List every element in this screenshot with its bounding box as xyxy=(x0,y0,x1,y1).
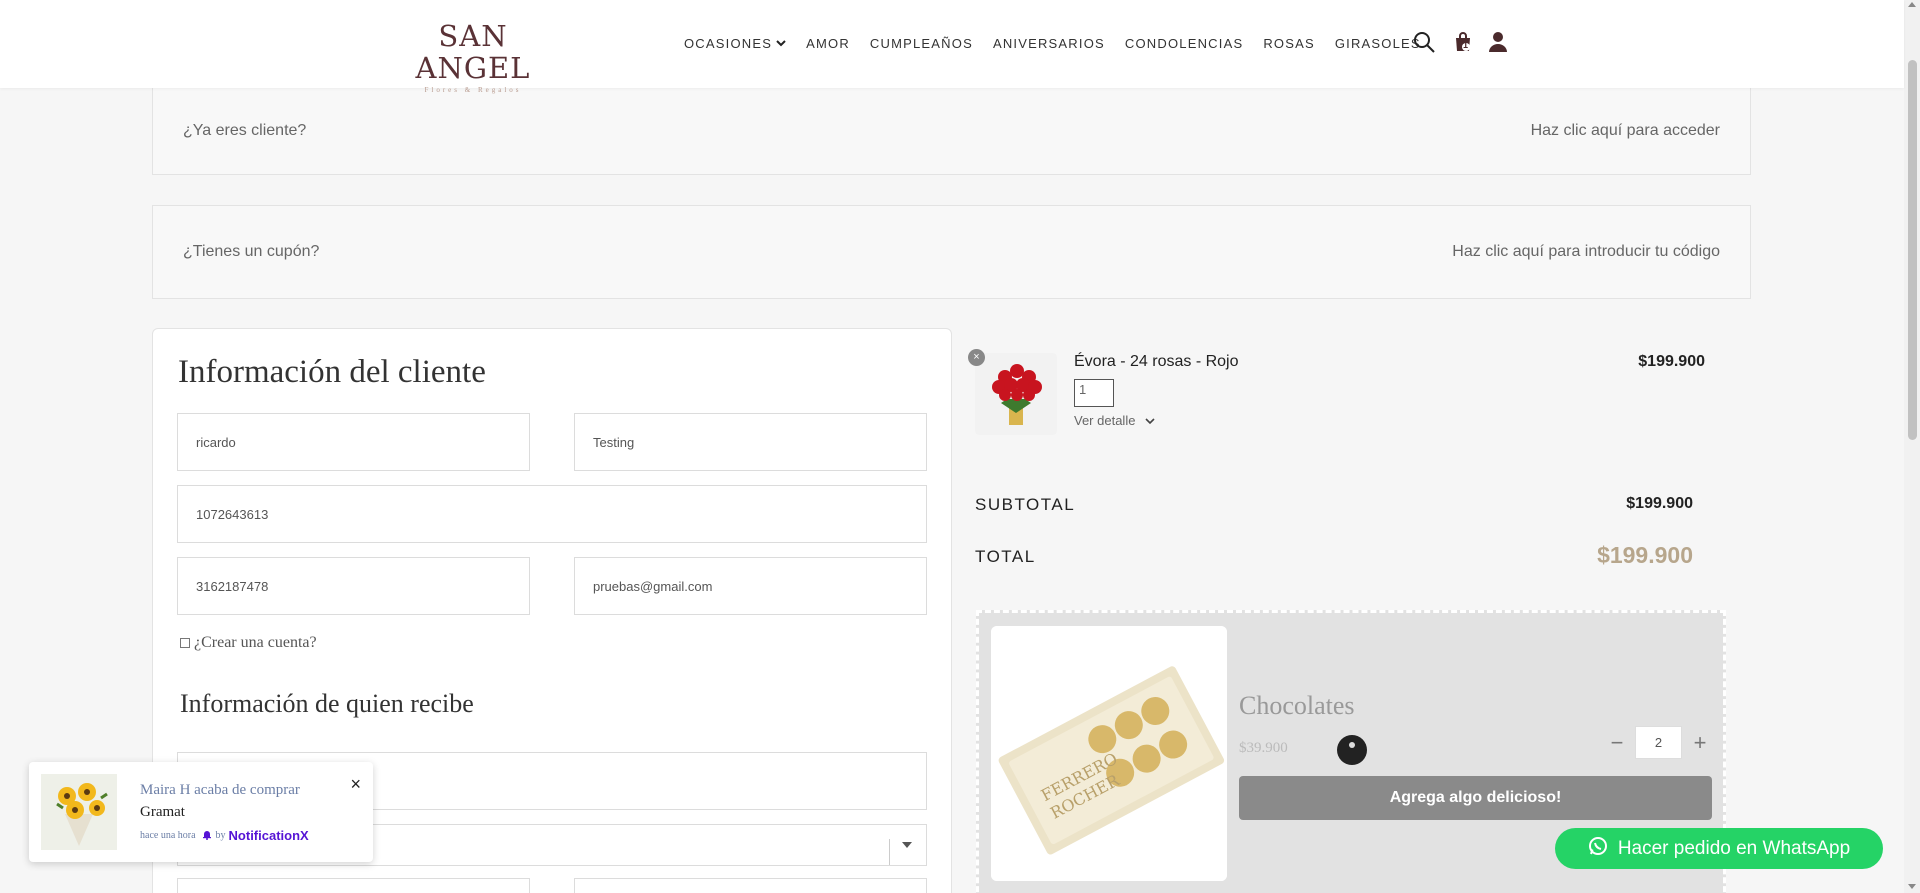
chevron-down-icon xyxy=(776,38,786,50)
upsell-price: $39.900 xyxy=(1239,740,1288,756)
email-field[interactable]: pruebas@gmail.com xyxy=(574,557,927,615)
nav-item-label: ROSAS xyxy=(1263,36,1315,51)
total-label: TOTAL xyxy=(975,547,1036,566)
main-nav: OCASIONES AMOR CUMPLEAÑOS ANIVERSARIOS C… xyxy=(684,36,1441,51)
select-separator xyxy=(889,839,890,865)
upsell-name: Chocolates xyxy=(1239,691,1355,720)
document-field[interactable]: 1072643613 xyxy=(177,485,927,543)
scrollbar-thumb[interactable] xyxy=(1908,60,1917,440)
nav-item-condolencias[interactable]: CONDOLENCIAS xyxy=(1125,36,1243,51)
nav-item-label: CUMPLEAÑOS xyxy=(869,36,973,51)
product-price: $199.900 xyxy=(1638,353,1705,370)
notification-image xyxy=(41,774,117,850)
whatsapp-icon xyxy=(1588,836,1618,862)
cart-icon[interactable]: 1 xyxy=(1451,30,1475,54)
view-detail-label: Ver detalle xyxy=(1074,413,1136,428)
increase-button[interactable]: + xyxy=(1690,730,1710,756)
add-upsell-button[interactable]: Agrega algo delicioso! xyxy=(1239,776,1712,820)
form-title: Información del cliente xyxy=(178,354,486,390)
subtotal-value: $199.900 xyxy=(1626,495,1693,512)
search-icon[interactable] xyxy=(1412,30,1436,54)
recipient-field-right[interactable] xyxy=(574,878,927,893)
scroll-down-icon[interactable] xyxy=(1908,884,1916,889)
nav-item-rosas[interactable]: ROSAS xyxy=(1263,36,1315,51)
product-name[interactable]: Évora - 24 rosas - Rojo xyxy=(1074,353,1239,371)
first-name-field[interactable]: ricardo xyxy=(177,413,530,471)
cart-count: 1 xyxy=(1463,40,1469,50)
notification-time: hace una hora xyxy=(140,830,196,841)
chevron-down-icon xyxy=(1145,413,1155,428)
nav-item-label: CONDOLENCIAS xyxy=(1124,36,1244,51)
whatsapp-button[interactable]: Hacer pedido en WhatsApp xyxy=(1555,828,1883,869)
create-account-checkbox[interactable] xyxy=(180,638,190,648)
nav-item-girasoles[interactable]: GIRASOLES xyxy=(1335,36,1421,51)
notification-product: Gramat xyxy=(140,804,185,820)
decrease-button[interactable]: − xyxy=(1607,730,1627,756)
upsell-image: FERRERO ROCHER xyxy=(991,626,1227,881)
recipient-field-left[interactable] xyxy=(177,878,530,893)
notificationx-brand[interactable]: NotificationX xyxy=(229,828,309,843)
notification-meta: hace una hora by NotificationX xyxy=(140,828,309,843)
login-question: ¿Ya eres cliente? xyxy=(183,121,307,139)
upsell-qty-input[interactable]: 2 xyxy=(1635,726,1682,759)
site-header: SAN ANGEL Flores & Regalos OCASIONES AMO… xyxy=(0,0,1904,94)
chevron-down-icon xyxy=(902,842,912,848)
create-account-row[interactable]: ¿Crear una cuenta? xyxy=(180,634,317,652)
logo[interactable]: SAN ANGEL Flores & Regalos xyxy=(388,20,558,94)
product-qty-input[interactable]: 1 xyxy=(1074,379,1114,407)
create-account-label: ¿Crear una cuenta? xyxy=(194,634,317,651)
remove-item-icon[interactable]: × xyxy=(968,349,985,366)
login-notice: ¿Ya eres cliente? Haz clic aquí para acc… xyxy=(152,86,1751,175)
notification-title: Maira H acaba de comprar xyxy=(140,782,300,798)
total-value: $199.900 xyxy=(1597,542,1693,568)
nav-item-aniversarios[interactable]: ANIVERSARIOS xyxy=(993,36,1105,51)
coupon-question: ¿Tienes un cupón? xyxy=(183,243,320,260)
cursor-dot xyxy=(1337,735,1367,765)
nav-item-label: ANIVERSARIOS xyxy=(992,36,1105,51)
page-scrollbar[interactable] xyxy=(1904,0,1920,893)
recipient-title: Información de quien recibe xyxy=(180,689,474,718)
close-icon[interactable]: × xyxy=(350,774,361,795)
view-detail-link[interactable]: Ver detalle xyxy=(1074,413,1155,428)
coupon-link[interactable]: Haz clic aquí para introducir tu código xyxy=(1452,243,1720,261)
logo-text: SAN ANGEL xyxy=(415,19,531,85)
nav-item-label: AMOR xyxy=(806,36,850,51)
bell-icon xyxy=(202,829,212,843)
purchase-notification[interactable]: Maira H acaba de comprar Gramat hace una… xyxy=(29,762,373,862)
nav-item-label: OCASIONES xyxy=(684,36,773,51)
nav-item-amor[interactable]: AMOR xyxy=(806,36,850,51)
last-name-field[interactable]: Testing xyxy=(574,413,927,471)
notification-by: by xyxy=(215,830,226,841)
whatsapp-label: Hacer pedido en WhatsApp xyxy=(1617,837,1851,859)
nav-item-label: GIRASOLES xyxy=(1334,36,1421,51)
login-link[interactable]: Haz clic aquí para acceder xyxy=(1531,122,1720,140)
quantity-stepper: − 2 + xyxy=(1607,726,1710,759)
user-icon[interactable] xyxy=(1486,30,1510,54)
subtotal-label: SUBTOTAL xyxy=(975,495,1076,514)
phone-field[interactable]: 3162187478 xyxy=(177,557,530,615)
logo-tagline: Flores & Regalos xyxy=(424,86,522,94)
product-image xyxy=(975,353,1057,435)
coupon-notice: ¿Tienes un cupón? Haz clic aquí para int… xyxy=(152,205,1751,299)
scroll-up-icon[interactable] xyxy=(1908,2,1916,7)
nav-item-cumpleanos[interactable]: CUMPLEAÑOS xyxy=(870,36,973,51)
nav-item-ocasiones[interactable]: OCASIONES xyxy=(684,36,786,51)
